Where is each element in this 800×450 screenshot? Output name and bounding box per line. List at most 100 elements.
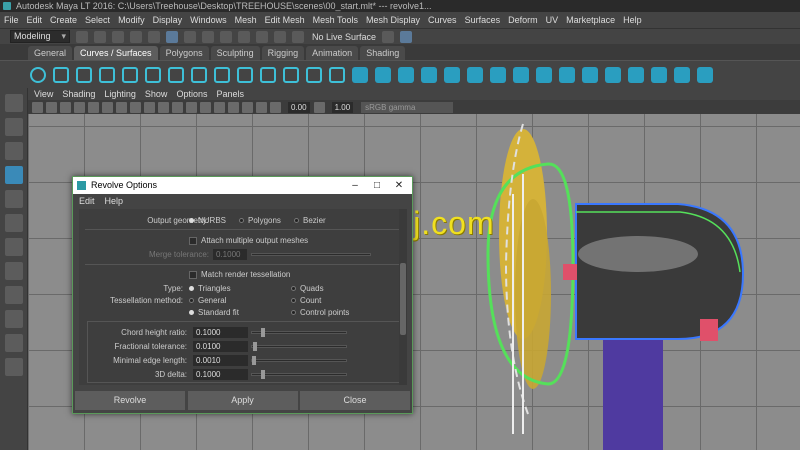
minimize-icon[interactable]: – xyxy=(344,177,366,194)
snap-grid-icon[interactable] xyxy=(220,30,232,43)
ipr-render-icon[interactable] xyxy=(400,30,413,43)
menu-marketplace[interactable]: Marketplace xyxy=(566,15,615,25)
ambient-occlusion-icon[interactable] xyxy=(172,101,183,113)
min-edge-length-field[interactable]: 0.0010 xyxy=(193,355,248,366)
panel-menu-options[interactable]: Options xyxy=(176,89,207,99)
xray-icon[interactable] xyxy=(228,101,239,113)
side-by-side-layout-icon[interactable] xyxy=(5,310,23,328)
image-plane-icon[interactable] xyxy=(60,101,71,113)
menu-mesh-display[interactable]: Mesh Display xyxy=(366,15,420,25)
min-edge-length-slider[interactable] xyxy=(251,356,347,365)
xray-joints-icon[interactable] xyxy=(242,101,253,113)
menu-edit-mesh[interactable]: Edit Mesh xyxy=(265,15,305,25)
snap-curve-icon[interactable] xyxy=(238,30,250,43)
tess-general-option[interactable]: General xyxy=(189,295,226,306)
type-quads-option[interactable]: Quads xyxy=(291,283,324,294)
arc-curve-icon[interactable] xyxy=(145,66,161,83)
nurbs-circle-icon[interactable] xyxy=(30,66,46,83)
menu-surfaces[interactable]: Surfaces xyxy=(465,15,501,25)
tess-count-option[interactable]: Count xyxy=(291,295,321,306)
select-hierarchy-icon[interactable] xyxy=(166,30,178,43)
merge-tolerance-slider[interactable] xyxy=(251,253,371,256)
color-space-dropdown[interactable]: sRGB gamma xyxy=(361,101,454,113)
panel-menu-lighting[interactable]: Lighting xyxy=(104,89,136,99)
detach-curves-icon[interactable] xyxy=(191,66,207,83)
close-icon[interactable]: ✕ xyxy=(388,177,410,194)
last-tool-icon[interactable] xyxy=(5,238,23,256)
save-scene-icon[interactable] xyxy=(112,30,124,43)
tab-general[interactable]: General xyxy=(28,46,73,60)
persp-outliner-layout-icon[interactable] xyxy=(5,334,23,352)
dialog-menu-edit[interactable]: Edit xyxy=(79,196,95,206)
nurbs-torus-icon[interactable] xyxy=(467,66,483,83)
tess-standard-fit-option[interactable]: Standard fit xyxy=(189,307,239,318)
rotate-tool-icon[interactable] xyxy=(5,190,23,208)
make-live-icon[interactable] xyxy=(292,30,304,43)
nurbs-cylinder-icon[interactable] xyxy=(398,66,414,83)
use-all-lights-icon[interactable] xyxy=(144,101,155,113)
panel-menu-show[interactable]: Show xyxy=(145,89,168,99)
menu-display[interactable]: Display xyxy=(153,15,183,25)
fractional-tolerance-field[interactable]: 0.0100 xyxy=(193,341,248,352)
wireframe-on-shaded-icon[interactable] xyxy=(116,101,127,113)
scale-tool-icon[interactable] xyxy=(5,214,23,232)
menu-deform[interactable]: Deform xyxy=(508,15,538,25)
tab-animation[interactable]: Animation xyxy=(306,46,359,60)
mode-selector[interactable]: Modeling xyxy=(10,30,70,43)
output-bezier-option[interactable]: Bezier xyxy=(294,215,326,226)
bevel-icon[interactable] xyxy=(651,66,667,83)
menu-edit[interactable]: Edit xyxy=(27,15,43,25)
tab-shading[interactable]: Shading xyxy=(360,46,406,60)
delta-3d-slider[interactable] xyxy=(251,370,347,379)
grid-icon[interactable] xyxy=(74,101,85,113)
attach-curves-icon[interactable] xyxy=(168,66,184,83)
revolve-icon[interactable] xyxy=(490,66,506,83)
tab-rigging[interactable]: Rigging xyxy=(261,46,305,60)
sculpt-surface-icon[interactable] xyxy=(697,66,713,83)
menu-help[interactable]: Help xyxy=(623,15,642,25)
pencil-curve-icon[interactable] xyxy=(122,66,138,83)
nurbs-plane-icon[interactable] xyxy=(444,66,460,83)
exposure-icon[interactable] xyxy=(270,101,281,113)
extend-curve-icon[interactable] xyxy=(329,66,345,83)
panel-menu-panels[interactable]: Panels xyxy=(216,89,244,99)
type-triangles-option[interactable]: Triangles xyxy=(189,283,231,294)
merge-tolerance-field[interactable]: 0.1000 xyxy=(213,249,247,260)
move-tool-icon[interactable] xyxy=(5,166,23,184)
nurbs-cube-icon[interactable] xyxy=(375,66,391,83)
tab-curves-surfaces[interactable]: Curves / Surfaces xyxy=(74,46,158,60)
menu-windows[interactable]: Windows xyxy=(190,15,227,25)
offset-curve-icon[interactable] xyxy=(260,66,276,83)
anti-aliasing-icon[interactable] xyxy=(200,101,211,113)
scrollbar-thumb[interactable] xyxy=(400,263,406,335)
exposure-field[interactable]: 0.00 xyxy=(288,101,310,113)
output-polygons-option[interactable]: Polygons xyxy=(239,215,281,226)
menu-mesh[interactable]: Mesh xyxy=(235,15,257,25)
planar-icon[interactable] xyxy=(536,66,552,83)
nurbs-square-icon[interactable] xyxy=(53,66,69,83)
outliner-layout-icon[interactable] xyxy=(5,358,23,376)
dialog-scrollbar[interactable] xyxy=(399,209,407,385)
ep-curve-icon[interactable] xyxy=(76,66,92,83)
nurbs-sphere-icon[interactable] xyxy=(352,66,368,83)
select-tool-icon[interactable] xyxy=(5,94,23,112)
xray-components-icon[interactable] xyxy=(256,101,267,113)
attach-multiple-checkbox[interactable]: Attach multiple output meshes xyxy=(189,235,308,246)
square-surface-icon[interactable] xyxy=(628,66,644,83)
redo-icon[interactable] xyxy=(148,30,160,43)
select-component-icon[interactable] xyxy=(202,30,214,43)
dialog-menu-help[interactable]: Help xyxy=(105,196,124,206)
tess-control-points-option[interactable]: Control points xyxy=(291,307,349,318)
select-object-icon[interactable] xyxy=(184,30,196,43)
menu-mesh-tools[interactable]: Mesh Tools xyxy=(313,15,358,25)
delta-3d-field[interactable]: 0.1000 xyxy=(193,369,248,380)
chord-height-slider[interactable] xyxy=(251,328,347,337)
textured-icon[interactable] xyxy=(130,101,141,113)
gamma-field[interactable]: 1.00 xyxy=(331,101,354,113)
menu-create[interactable]: Create xyxy=(50,15,77,25)
menu-uv[interactable]: UV xyxy=(546,15,559,25)
shadows-icon[interactable] xyxy=(158,101,169,113)
tab-polygons[interactable]: Polygons xyxy=(159,46,209,60)
four-view-layout-icon[interactable] xyxy=(5,286,23,304)
camera-attributes-icon[interactable] xyxy=(32,101,43,113)
